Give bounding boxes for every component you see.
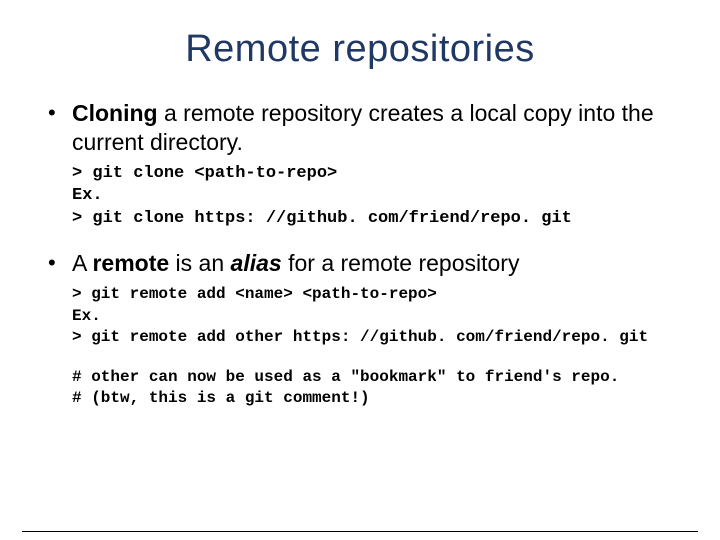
bullet-text: for a remote repository bbox=[282, 250, 520, 276]
bullet-item: Cloning a remote repository creates a lo… bbox=[44, 99, 676, 157]
code-block: > git clone <path-to-repo> Ex. > git clo… bbox=[72, 163, 676, 232]
code-comment: # other can now be used as a "bookmark" … bbox=[72, 367, 676, 410]
bullet-text: is an bbox=[169, 250, 230, 276]
bullet-text: A bbox=[72, 250, 92, 276]
bullet-list: Cloning a remote repository creates a lo… bbox=[44, 99, 676, 157]
bullet-item: A remote is an alias for a remote reposi… bbox=[44, 249, 676, 278]
bullet-keyword: remote bbox=[92, 250, 169, 276]
bullet-keyword: alias bbox=[231, 250, 282, 276]
footer-divider bbox=[22, 531, 698, 532]
slide-content: Cloning a remote repository creates a lo… bbox=[0, 99, 720, 410]
slide-title: Remote repositories bbox=[0, 28, 720, 71]
bullet-list: A remote is an alias for a remote reposi… bbox=[44, 249, 676, 278]
code-block: > git remote add <name> <path-to-repo> E… bbox=[72, 284, 676, 349]
bullet-text: a remote repository creates a local copy… bbox=[72, 100, 654, 155]
slide: Remote repositories Cloning a remote rep… bbox=[0, 28, 720, 540]
bullet-keyword: Cloning bbox=[72, 100, 158, 126]
